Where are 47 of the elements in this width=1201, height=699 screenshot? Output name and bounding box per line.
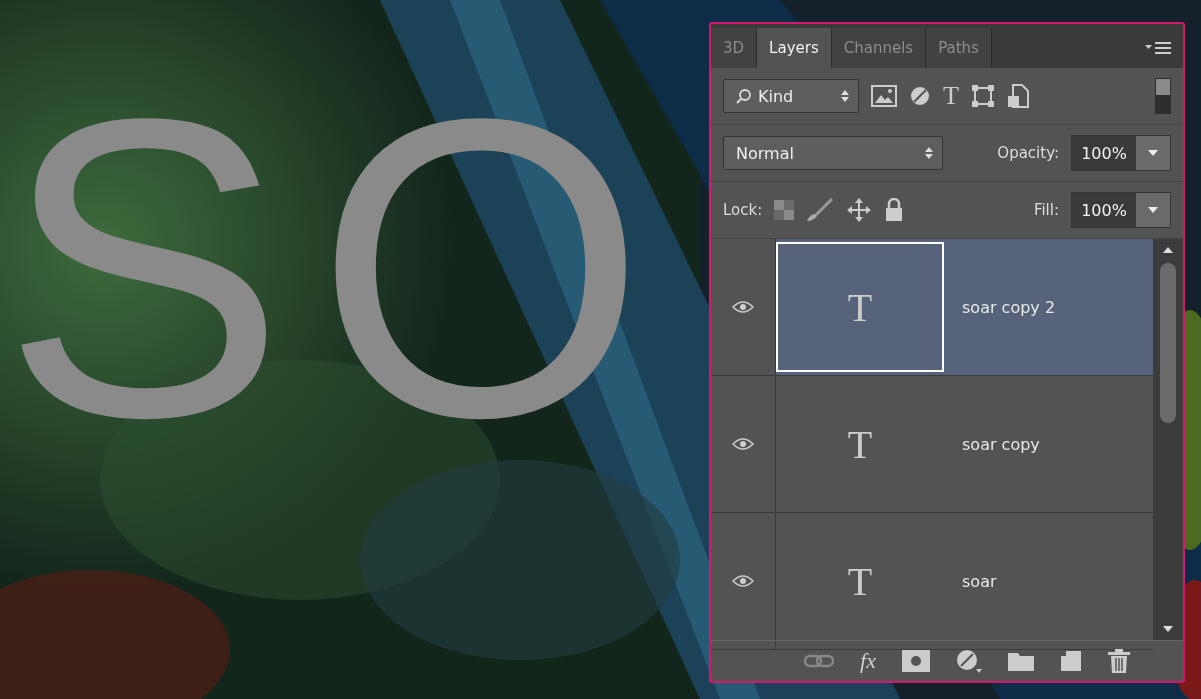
- caret-icon: [1148, 207, 1158, 213]
- filter-dropdown[interactable]: Kind: [723, 79, 859, 113]
- eye-icon[interactable]: [732, 437, 754, 451]
- layer-row[interactable]: T soar copy: [711, 376, 1153, 513]
- opacity-label: Opacity:: [997, 144, 1059, 162]
- toggle-switch-icon[interactable]: [1155, 78, 1171, 114]
- panel-tab[interactable]: Channels: [831, 28, 927, 68]
- menu-icon[interactable]: [1145, 42, 1171, 54]
- fx-button[interactable]: fx: [860, 648, 876, 674]
- brush-icon[interactable]: [806, 198, 835, 222]
- stepper-icon: [840, 88, 850, 104]
- trash-icon[interactable]: [1107, 649, 1130, 673]
- scroll-up-icon[interactable]: [1163, 247, 1173, 253]
- layer-thumbnail: T: [846, 420, 874, 469]
- layer-name: soar copy: [961, 433, 1040, 456]
- eye-icon[interactable]: [732, 574, 754, 588]
- fill-label: Fill:: [1033, 201, 1059, 219]
- scroll-down-icon[interactable]: [1163, 626, 1173, 632]
- panel-tab[interactable]: Paths: [926, 28, 992, 68]
- panel-tab[interactable]: Layers: [757, 28, 832, 68]
- layer-thumbnail: T: [776, 242, 944, 372]
- blend-mode-dropdown[interactable]: Normal: [723, 136, 943, 170]
- new-layer-icon[interactable]: [1059, 650, 1082, 672]
- layer-row[interactable]: T soar: [711, 513, 1153, 650]
- fill-field[interactable]: 100%: [1071, 192, 1171, 228]
- adjustment-filter-icon[interactable]: [909, 85, 931, 107]
- caret-icon: [1148, 150, 1158, 156]
- adjustment-icon[interactable]: [955, 649, 982, 673]
- eye-icon[interactable]: [732, 300, 754, 314]
- stepper-icon: [924, 145, 934, 161]
- layer-name: soar copy 2: [961, 296, 1056, 319]
- shape-filter-icon[interactable]: [970, 84, 995, 108]
- scrollbar-thumb[interactable]: [1160, 263, 1176, 423]
- layer-name: soar: [961, 570, 997, 593]
- layer-thumbnail: T: [846, 557, 874, 606]
- mask-icon[interactable]: [901, 650, 930, 672]
- smart-object-filter-icon[interactable]: [1006, 84, 1029, 108]
- opacity-field[interactable]: 100%: [1071, 135, 1171, 171]
- panel-tab[interactable]: 3D: [711, 28, 758, 68]
- search-icon: [736, 88, 752, 104]
- lock-icon[interactable]: [884, 198, 905, 222]
- lock-label: Lock:: [723, 201, 763, 219]
- layer-row[interactable]: T soar copy 2: [711, 239, 1153, 376]
- move-icon[interactable]: [846, 197, 873, 223]
- image-filter-icon[interactable]: [871, 85, 897, 107]
- type-filter-icon[interactable]: T: [943, 81, 959, 111]
- checkerboard-icon[interactable]: [774, 200, 795, 220]
